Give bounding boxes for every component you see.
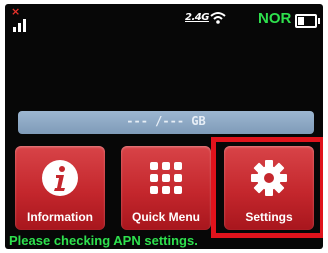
data-usage-text: --- /--- GB	[126, 114, 206, 128]
signal-bars-icon	[13, 16, 37, 32]
info-icon	[42, 160, 78, 196]
wifi-icon	[210, 12, 226, 24]
device-screen: × 2.4G NOR --- /--- GB Information Quick…	[5, 4, 323, 249]
battery-icon	[295, 14, 320, 28]
information-label: Information	[27, 210, 93, 224]
mode-indicator: NOR	[258, 10, 292, 27]
data-usage-bar: --- /--- GB	[18, 111, 314, 134]
wifi-indicator: 2.4G	[185, 12, 226, 24]
quick-menu-button[interactable]: Quick Menu	[121, 146, 211, 230]
battery-fill	[298, 17, 304, 25]
wifi-band-label: 2.4G	[185, 12, 209, 23]
information-button[interactable]: Information	[15, 146, 105, 230]
grid-icon	[150, 162, 182, 194]
settings-highlight-frame	[211, 137, 323, 238]
quick-menu-label: Quick Menu	[131, 210, 200, 224]
status-bar: × 2.4G NOR	[5, 4, 323, 38]
status-message: Please checking APN settings.	[9, 233, 198, 248]
